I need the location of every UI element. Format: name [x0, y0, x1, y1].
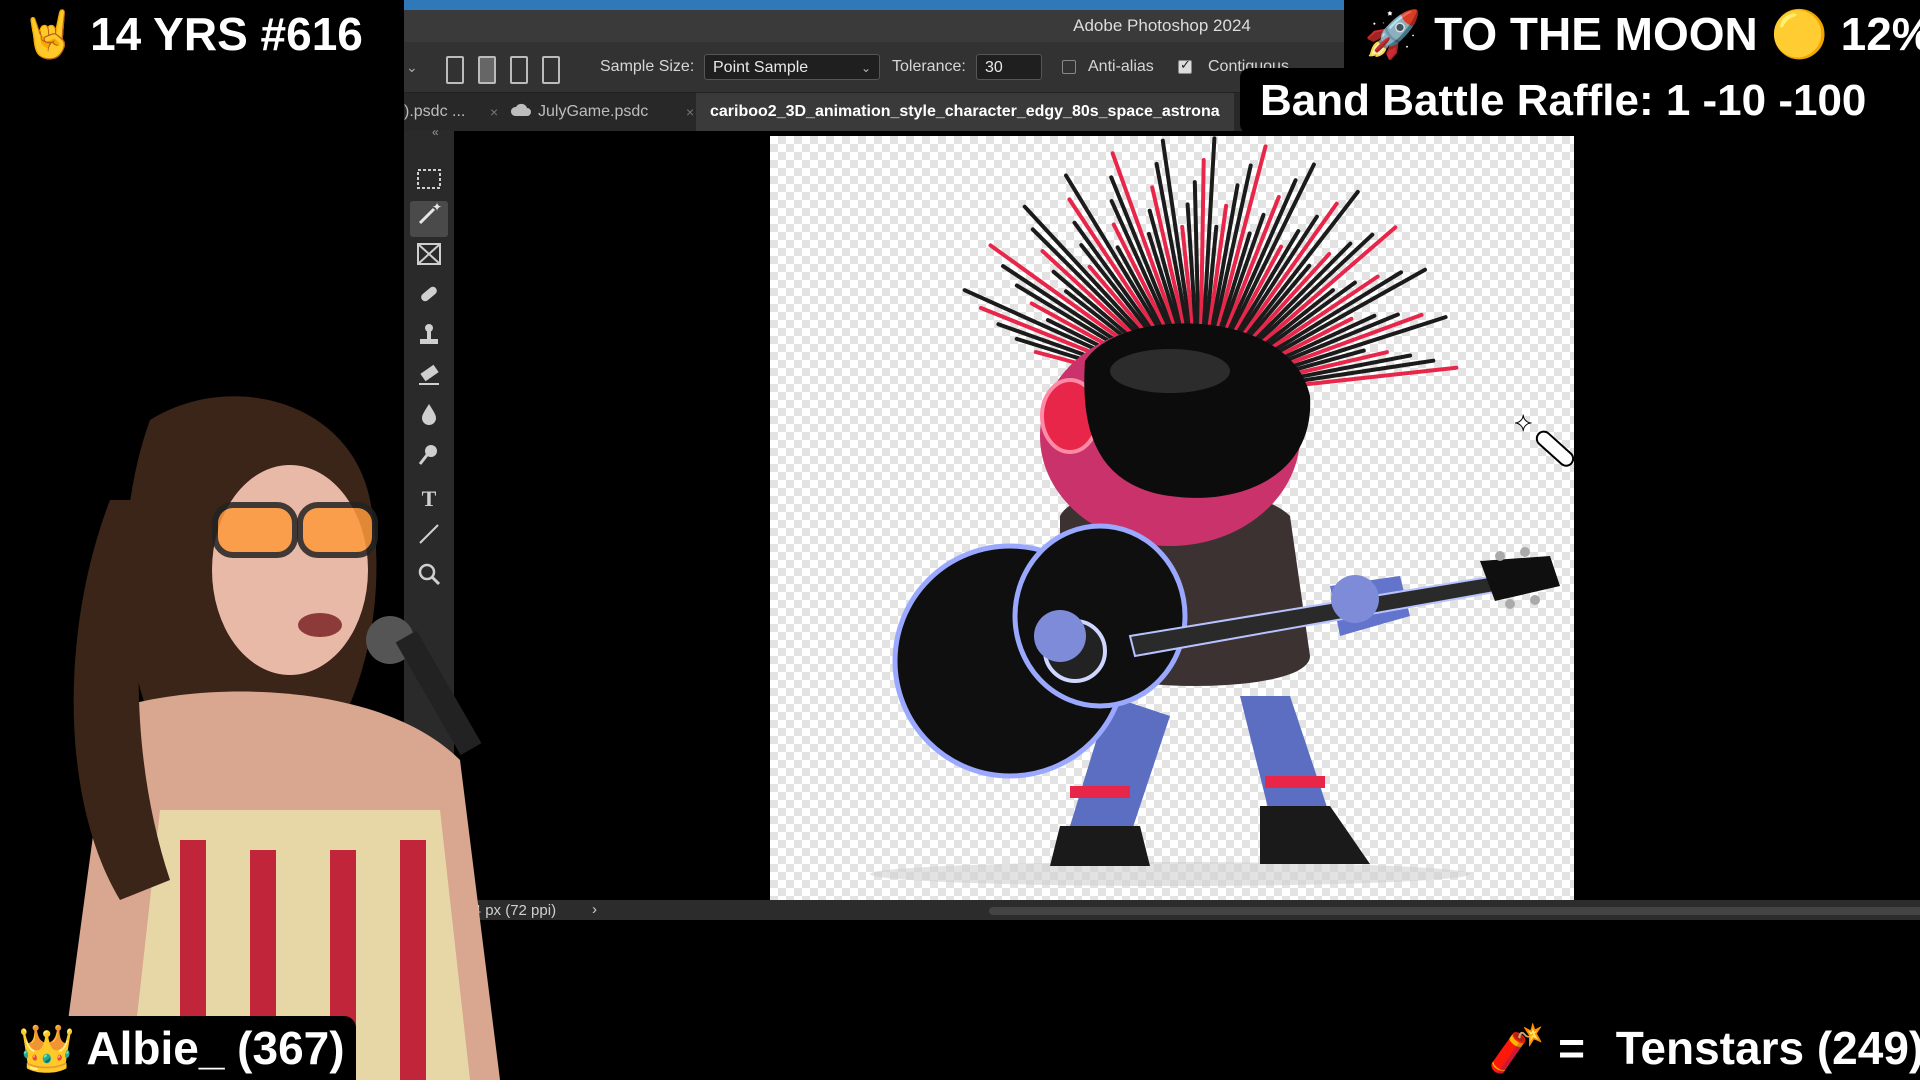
collapse-panel-icon[interactable]: «	[432, 125, 439, 139]
svg-text:✦: ✦	[432, 201, 442, 214]
tenstars-text: Tenstars (249)	[1615, 1022, 1920, 1074]
cloud-icon	[510, 103, 531, 116]
tab-label: ).psdc ...	[404, 103, 466, 120]
raffle-banner: Band Battle Raffle: 1 -10 -100	[1240, 68, 1920, 134]
moon-goal-overlay: 🚀 TO THE MOON 🟡 12%	[1344, 0, 1920, 68]
sample-size-value: Point Sample	[713, 59, 809, 76]
tolerance-input[interactable]: 30	[976, 54, 1042, 80]
tolerance-value: 30	[985, 59, 1003, 76]
firecracker-icon: 🧨	[1488, 1022, 1546, 1074]
tab-cariboo-active[interactable]: cariboo2_3D_animation_style_character_ed…	[696, 93, 1234, 131]
moon-goal-text: TO THE MOON	[1434, 8, 1758, 60]
moon-goal-percent: 12%	[1840, 8, 1920, 60]
intersect-selection-icon[interactable]	[542, 56, 560, 84]
rocket-icon: 🚀	[1364, 8, 1422, 60]
sample-size-dropdown[interactable]: Point Sample ⌄	[704, 54, 880, 80]
sample-size-label: Sample Size:	[600, 58, 695, 75]
anti-alias-checkbox[interactable]	[1062, 60, 1076, 74]
raffle-text: Band Battle Raffle: 1 -10 -100	[1260, 76, 1867, 125]
anti-alias-label: Anti-alias	[1088, 58, 1154, 75]
new-selection-icon[interactable]	[446, 56, 464, 84]
add-selection-icon[interactable]	[478, 56, 496, 84]
frame-icon[interactable]	[410, 241, 448, 277]
tab-label: JulyGame.psdc	[538, 103, 649, 120]
tenstars-overlay: 🧨 = Tenstars (249)	[1466, 1016, 1920, 1080]
contiguous-checkbox[interactable]	[1178, 57, 1192, 74]
chevron-down-icon: ⌄	[860, 61, 871, 75]
moon-icon: 🟡	[1770, 8, 1828, 60]
canvas-area[interactable]: ✦	[454, 131, 1920, 901]
top-supporter-text: Albie_ (367)	[86, 1022, 345, 1074]
healing-brush-icon[interactable]	[410, 281, 448, 317]
close-icon[interactable]: ×	[686, 93, 694, 131]
years-counter-text: 14 YRS #616	[90, 8, 363, 60]
svg-text:✦: ✦	[1514, 411, 1532, 436]
rock-hand-icon: 🤘	[20, 8, 78, 60]
tab-julygame[interactable]: JulyGame.psdc	[510, 93, 648, 131]
stream-years-counter: 🤘 14 YRS #616	[20, 6, 363, 62]
equals-sign: =	[1558, 1022, 1585, 1074]
crown-icon: 👑	[18, 1022, 76, 1074]
document-canvas[interactable]	[770, 136, 1574, 900]
horizontal-scrollbar[interactable]	[989, 907, 1920, 915]
tab-label: cariboo2_3D_animation_style_character_ed…	[710, 103, 1220, 120]
status-arrow-icon[interactable]: ›	[592, 901, 597, 918]
subtract-selection-icon[interactable]	[510, 56, 528, 84]
app-title: Adobe Photoshop 2024	[1073, 16, 1251, 35]
tool-preset-chevron-icon[interactable]: ⌄	[406, 42, 418, 92]
close-icon[interactable]: ×	[490, 93, 498, 131]
top-supporter-overlay: 👑 Albie_ (367)	[0, 1016, 356, 1080]
magic-wand-icon[interactable]: ✦	[410, 200, 448, 237]
photoshop-window: Adobe Photoshop 2024 ⌄ Sample Size: Poin…	[404, 0, 1920, 920]
tolerance-label: Tolerance:	[892, 58, 966, 75]
marquee-icon[interactable]	[410, 165, 448, 201]
clone-stamp-icon[interactable]	[410, 321, 448, 357]
webcam-feed	[60, 396, 500, 1080]
magic-wand-cursor-icon: ✦	[1514, 411, 1575, 467]
astronaut-guitarist-artwork	[870, 136, 1560, 886]
